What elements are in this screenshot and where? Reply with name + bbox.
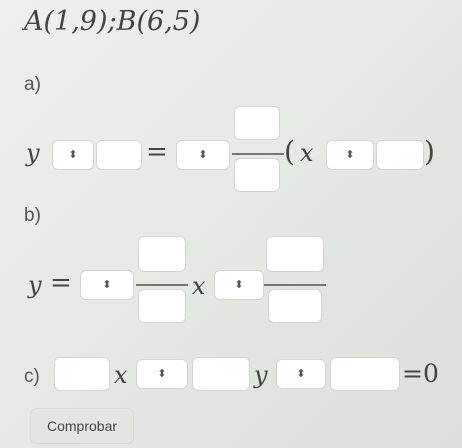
part-b-label: b) [24, 205, 41, 226]
c-x-variable: x [114, 361, 128, 389]
part-a-label: a) [24, 74, 41, 95]
c-y-coefficient[interactable] [192, 357, 250, 391]
b-intercept-fraction-bar [264, 284, 326, 286]
c-sign-select-2[interactable]: ⬍ [276, 359, 326, 389]
selector-icon: ⬍ [198, 149, 208, 161]
a-x-variable: x [300, 139, 314, 167]
a-equals: = [146, 137, 168, 167]
check-button[interactable]: Comprobar [30, 408, 134, 444]
b-sign-select-2[interactable]: ⬍ [214, 270, 264, 300]
selector-icon: ⬍ [157, 368, 167, 380]
a-fraction-bar [232, 153, 284, 155]
c-y-variable: y [254, 361, 268, 389]
a-sign-select-3[interactable]: ⬍ [326, 140, 374, 170]
part-c-label: c) [24, 366, 40, 387]
b-intercept-numerator[interactable] [266, 236, 324, 272]
a-slope-numerator[interactable] [234, 106, 280, 140]
a-right-paren: ) [424, 135, 435, 168]
a-sign-select-1[interactable]: ⬍ [52, 140, 94, 170]
selector-icon: ⬍ [234, 279, 244, 291]
selector-icon: ⬍ [102, 279, 112, 291]
selector-icon: ⬍ [296, 368, 306, 380]
a-input-yb[interactable] [96, 140, 142, 170]
a-slope-denominator[interactable] [234, 158, 280, 192]
b-equals: = [50, 268, 72, 298]
a-y-variable: y [26, 139, 40, 167]
b-slope-denominator[interactable] [138, 289, 186, 323]
c-constant[interactable] [330, 357, 400, 391]
c-equals-zero: =0 [402, 359, 439, 388]
c-sign-select-1[interactable]: ⬍ [136, 359, 188, 389]
c-x-coefficient[interactable] [54, 357, 110, 391]
b-x-variable: x [192, 272, 206, 300]
points-text: A(1,9);B(6,5) [24, 6, 201, 37]
selector-icon: ⬍ [345, 149, 355, 161]
a-input-xb[interactable] [376, 140, 424, 170]
b-y-variable: y [28, 271, 42, 299]
b-slope-numerator[interactable] [138, 236, 186, 272]
b-slope-fraction-bar [136, 284, 188, 286]
problem-points: A(1,9);B(6,5) [24, 6, 200, 37]
b-sign-select-1[interactable]: ⬍ [80, 270, 134, 300]
b-intercept-denominator[interactable] [268, 289, 322, 323]
a-sign-select-2[interactable]: ⬍ [176, 140, 230, 170]
a-left-paren: ( [284, 135, 295, 168]
selector-icon: ⬍ [68, 149, 78, 161]
